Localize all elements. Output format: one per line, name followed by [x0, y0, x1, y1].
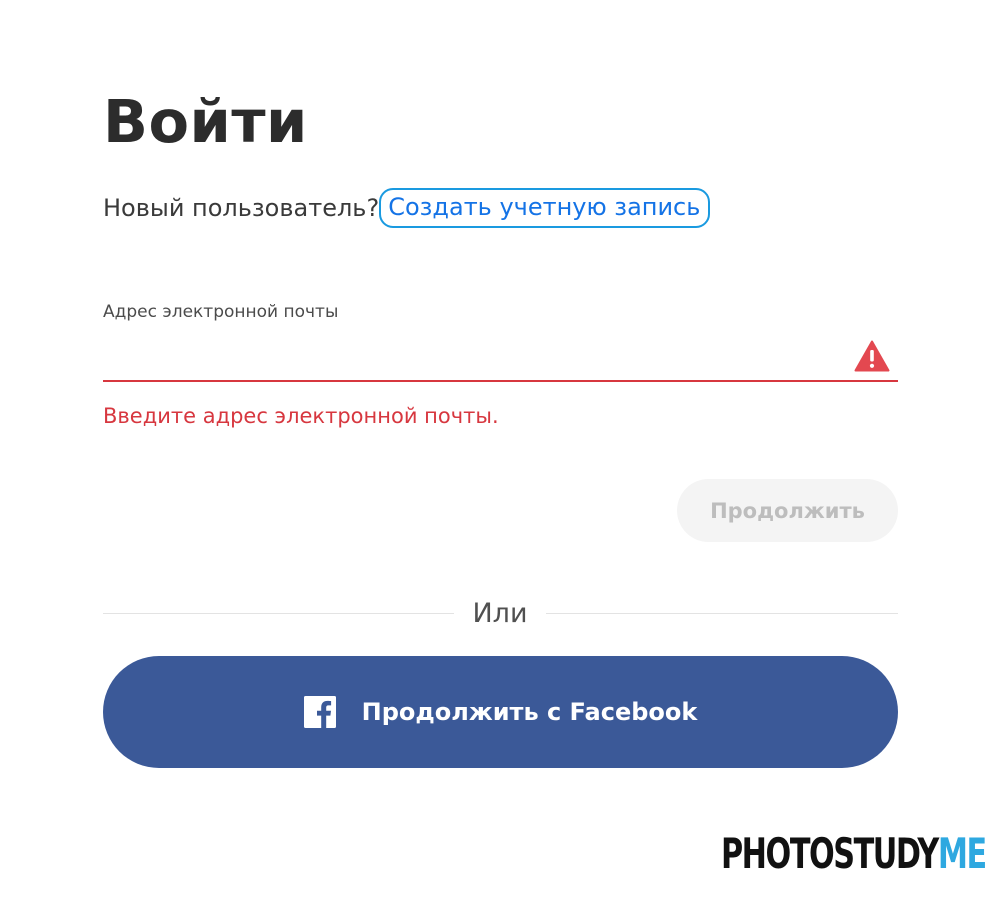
divider-line-left: [103, 613, 454, 614]
divider-label: Или: [472, 598, 528, 629]
divider-line-right: [546, 613, 898, 614]
email-input[interactable]: [103, 334, 833, 378]
email-error-message: Введите адрес электронной почты.: [103, 404, 499, 428]
page-title: Войти: [103, 87, 308, 156]
signup-prompt-row: Новый пользователь? Создать учетную запи…: [103, 184, 711, 232]
sign-in-form: Войти Новый пользователь? Создать учетну…: [103, 0, 898, 900]
watermark-part-1: PHOTOSTUDY: [721, 829, 939, 878]
email-field-label: Адрес электронной почты: [103, 302, 339, 322]
watermark-part-2: ME: [938, 829, 987, 878]
warning-triangle-icon: [854, 340, 890, 372]
create-account-link[interactable]: Создать учетную запись: [379, 188, 711, 228]
new-user-prompt: Новый пользователь?: [103, 194, 380, 222]
email-field: [103, 334, 898, 382]
continue-button[interactable]: Продолжить: [677, 479, 898, 542]
or-divider: Или: [103, 594, 898, 634]
facebook-button-label: Продолжить с Facebook: [361, 698, 698, 726]
facebook-icon: [303, 696, 336, 728]
facebook-continue-button[interactable]: Продолжить с Facebook: [103, 656, 898, 768]
photostudyme-watermark-logo: PHOTOSTUDYME: [721, 824, 987, 884]
